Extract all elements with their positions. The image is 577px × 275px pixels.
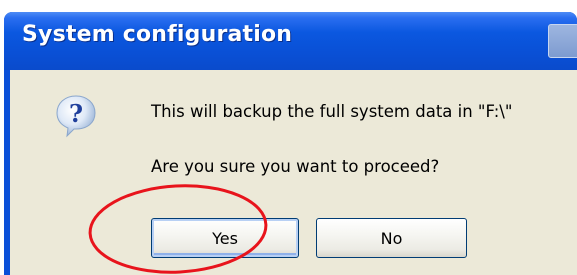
no-button[interactable]: No (316, 218, 467, 258)
dialog-message-line-1: This will backup the full system data in… (151, 102, 513, 121)
question-icon: ? (54, 94, 98, 138)
dialog-message-line-2: Are you sure you want to proceed? (151, 157, 440, 176)
svg-text:?: ? (69, 99, 83, 128)
yes-button[interactable]: Yes (151, 218, 299, 258)
confirmation-dialog: System configuration ? This will backup … (4, 12, 577, 275)
screenshot-stage: System configuration ? This will backup … (0, 0, 577, 275)
dialog-title: System configuration (22, 22, 293, 47)
close-button[interactable] (548, 24, 577, 58)
dialog-titlebar[interactable]: System configuration (4, 12, 577, 70)
dialog-body: ? This will backup the full system data … (10, 70, 577, 275)
